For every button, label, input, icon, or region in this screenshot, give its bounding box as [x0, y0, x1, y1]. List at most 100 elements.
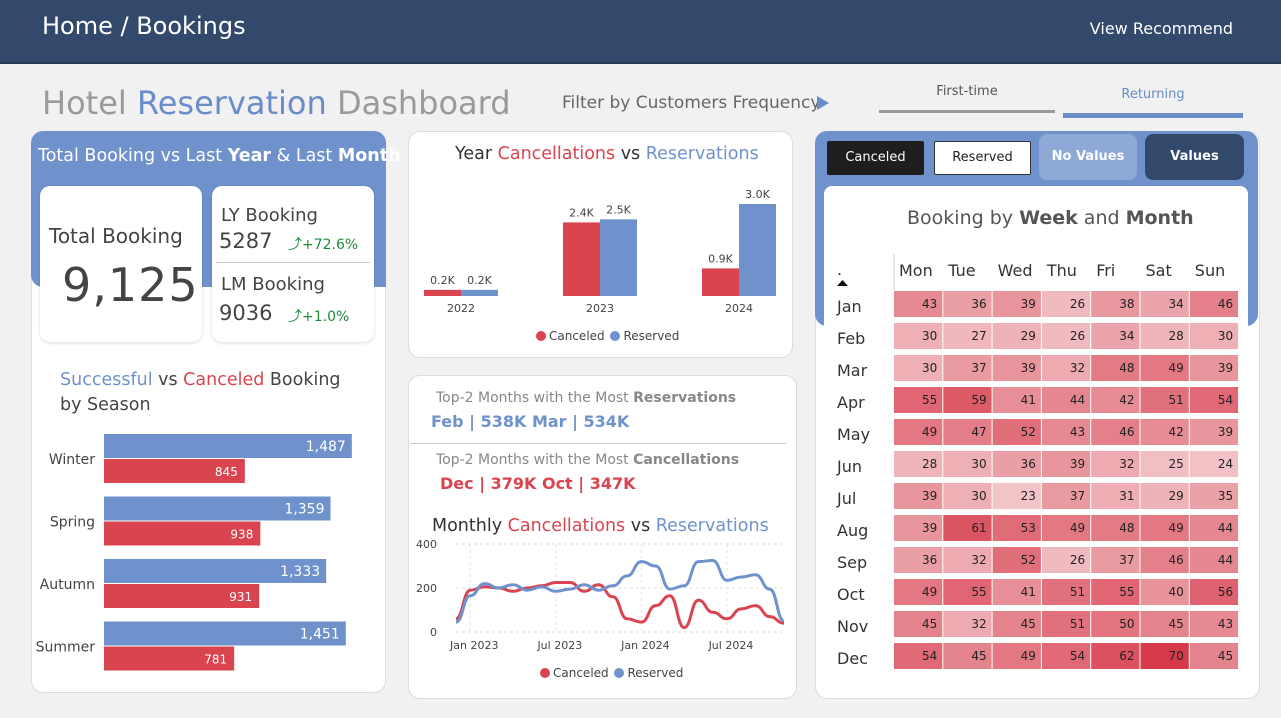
reserved-year-bar: [461, 289, 498, 296]
filter-returning-button[interactable]: Returning: [1063, 85, 1243, 118]
year-bar-label: 2.4K: [569, 206, 594, 219]
heatmap-cell-value: 45: [1021, 617, 1036, 631]
heatmap-matrix: . Mon Tue Wed Thu Fri Sat Sun Jan 43 36 39 26 38 34 46 F…: [836, 254, 1239, 669]
top-reservations-value: Feb | 538K Mar | 534K: [431, 412, 630, 431]
total-booking-label: Total Booking: [49, 224, 183, 248]
heatmap-row-label: Apr: [837, 393, 865, 412]
top-can-bold: Cancellations: [633, 452, 740, 468]
heatmap-title-prefix: Booking by: [907, 207, 1020, 229]
heatmap-cell-value: 54: [922, 649, 937, 663]
heatmap-cell-value: 34: [1169, 297, 1184, 311]
heatmap-cell-value: 40: [1169, 585, 1184, 599]
reserved-year-bar: [739, 204, 776, 296]
season-category-label: Autumn: [40, 577, 95, 593]
heatmap-cell-value: 30: [971, 457, 986, 471]
monthly-line-chart: 0 200 400 Jan 2023 Jul 2023 Jan 2024 Jul 2024: [416, 538, 785, 652]
heatmap-cell-value: 39: [1021, 297, 1036, 311]
lm-change: ⤴+1.0%: [288, 306, 349, 326]
heatmap-column-label: Tue: [947, 261, 975, 280]
heatmap-cell-value: 54: [1218, 393, 1233, 407]
heatmap-cell-value: 59: [971, 393, 986, 407]
play-arrow-icon: [817, 96, 829, 110]
lm-booking-label: LM Booking: [221, 274, 325, 295]
heatmap-cell-value: 28: [922, 457, 937, 471]
lm-booking-value: 9036: [219, 301, 273, 325]
year-tick-label: 2024: [725, 302, 753, 315]
season-bar-chart: Winter 1,487 845 Spring 1,359 938 Autumn 1,333 9…: [36, 434, 352, 671]
heatmap-cell-value: 30: [971, 489, 986, 503]
ly-booking-label: LY Booking: [221, 205, 318, 226]
kpi-heading-text: Total Booking vs Last: [38, 146, 228, 166]
top-can-prefix: Top-2 Months with the Most: [436, 452, 634, 468]
canceled-line: [455, 581, 785, 630]
successful-bar-label: 1,359: [284, 502, 324, 518]
trend-up-icon: ⤴: [288, 237, 302, 253]
season-title-canceled: Canceled: [183, 370, 265, 390]
kpi-heading-month: Month: [337, 146, 401, 166]
year-bar-label: 2.5K: [606, 203, 631, 216]
heatmap-cell-value: 32: [971, 617, 986, 631]
heatmap-cell-value: 61: [971, 521, 986, 535]
heatmap-cell-value: 32: [971, 553, 986, 567]
monthly-title-monthly: Monthly: [432, 516, 508, 536]
breadcrumb[interactable]: Home / Bookings: [42, 12, 246, 40]
heatmap-cell-value: 39: [922, 521, 937, 535]
heatmap-row-label: Sep: [837, 553, 867, 572]
heatmap-title-week: Week: [1019, 207, 1078, 229]
heatmap-cell-value: 62: [1119, 649, 1134, 663]
heatmap-cell-value: 26: [1070, 297, 1085, 311]
season-chart-title: Successful vs Canceled Booking by Season: [60, 368, 341, 418]
page-title: Hotel Reservation Dashboard: [42, 84, 511, 122]
values-button[interactable]: Values: [1145, 134, 1244, 180]
monthly-title-vs: vs: [625, 516, 656, 536]
reserved-toggle-button[interactable]: Reserved: [934, 141, 1031, 175]
filter-first-time-button[interactable]: First-time: [879, 82, 1055, 113]
heatmap-cell-value: 48: [1119, 361, 1134, 375]
y-tick-label: 400: [416, 538, 437, 551]
heatmap-row-label: Jun: [836, 457, 862, 476]
sort-triangle-icon[interactable]: [837, 280, 848, 286]
heatmap-cell-value: 41: [1021, 585, 1036, 599]
heatmap-cell-value: 49: [1169, 521, 1184, 535]
heatmap-cell-value: 53: [1021, 521, 1036, 535]
canceled-toggle-button[interactable]: Canceled: [827, 141, 924, 175]
heatmap-row-label: Jan: [836, 297, 862, 316]
heatmap-cell-value: 55: [1119, 585, 1134, 599]
view-recommend-link[interactable]: View Recommend: [1090, 19, 1233, 38]
canceled-year-bar: [424, 289, 461, 296]
heatmap-cell-value: 46: [1169, 553, 1184, 567]
year-tick-label: 2023: [586, 302, 614, 315]
kpi-heading-and: & Last: [271, 146, 338, 166]
year-chart-legend: Canceled Reserved: [536, 329, 679, 343]
heatmap-column-label: Fri: [1096, 261, 1115, 280]
heatmap-row-label: Feb: [837, 329, 865, 348]
title-part-3: Dashboard: [336, 84, 511, 122]
heatmap-cell-value: 49: [1021, 649, 1036, 663]
heatmap-cell-value: 45: [971, 649, 986, 663]
season-title-vs: vs: [152, 370, 184, 390]
heatmap-cell-value: 56: [1218, 585, 1233, 599]
heatmap-cell-value: 44: [1218, 553, 1233, 567]
top-res-prefix: Top-2 Months with the Most: [436, 390, 634, 406]
heatmap-cell-value: 48: [1119, 521, 1134, 535]
heatmap-cell-value: 50: [1119, 617, 1134, 631]
heatmap-cell-value: 28: [1169, 329, 1184, 343]
heatmap-cell-value: 39: [1218, 361, 1233, 375]
no-values-button[interactable]: No Values: [1039, 134, 1137, 180]
successful-bar-label: 1,451: [300, 627, 340, 643]
heatmap-cell-value: 52: [1021, 425, 1036, 439]
monthly-chart-legend: Canceled Reserved: [540, 666, 683, 680]
heatmap-cell-value: 25: [1169, 457, 1184, 471]
heatmap-cell-value: 47: [971, 425, 986, 439]
heatmap-column-label: Sun: [1195, 261, 1225, 280]
heatmap-cell-value: 37: [971, 361, 986, 375]
canceled-year-bar: [702, 268, 739, 296]
year-tick-label: 2022: [447, 302, 475, 315]
monthly-title-cancellations: Cancellations: [507, 516, 626, 536]
top-cancellations-label: Top-2 Months with the Most Cancellations: [436, 452, 739, 468]
heatmap-row-label: Nov: [837, 617, 868, 636]
heatmap-title-and: and: [1077, 207, 1126, 229]
legend-reserved-dot: [610, 331, 621, 341]
kpi-divider: [216, 262, 370, 263]
heatmap-cell-value: 49: [922, 585, 937, 599]
